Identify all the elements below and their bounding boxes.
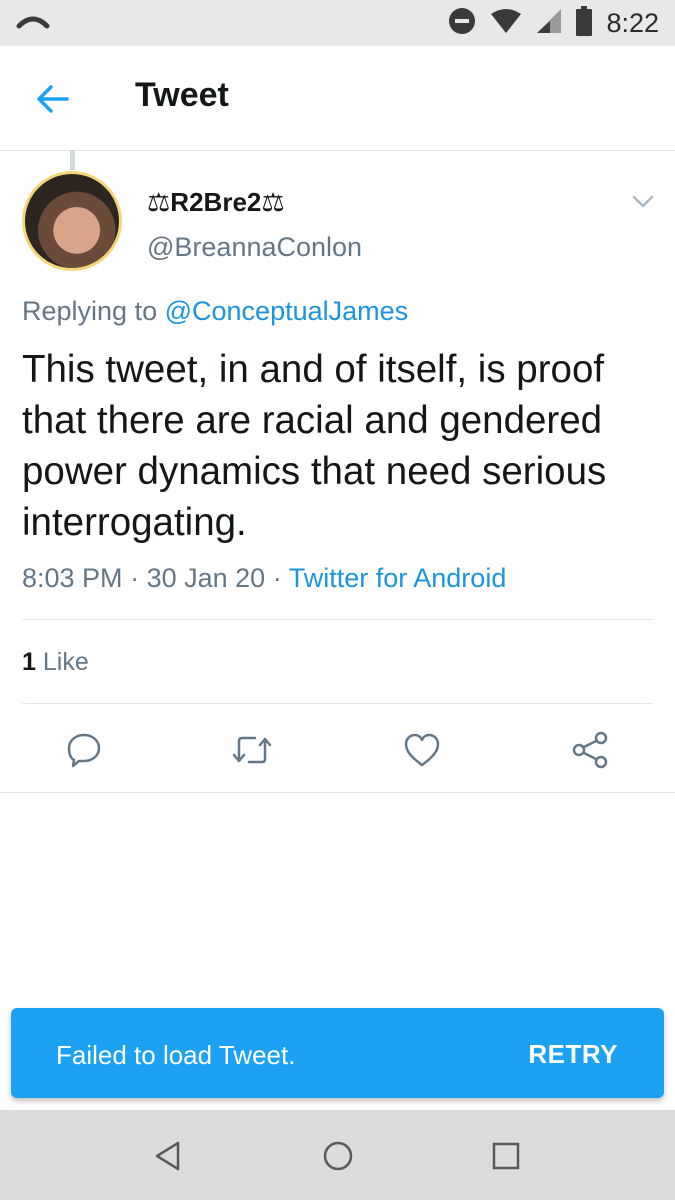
thread-connector bbox=[70, 150, 75, 170]
divider bbox=[0, 792, 675, 793]
avatar[interactable] bbox=[22, 171, 122, 271]
replying-to-label: Replying to bbox=[22, 296, 158, 326]
like-label: Like bbox=[42, 648, 89, 676]
back-button[interactable] bbox=[30, 76, 76, 122]
tweet-source[interactable]: Twitter for Android bbox=[289, 563, 507, 593]
chevron-down-icon bbox=[632, 195, 654, 208]
do-not-disturb-icon bbox=[448, 7, 476, 40]
nav-back-button[interactable] bbox=[146, 1134, 190, 1178]
tweet-time: 8:03 PM bbox=[22, 563, 123, 593]
display-name[interactable]: ⚖R2Bre2⚖ bbox=[147, 187, 285, 218]
share-button[interactable] bbox=[568, 728, 612, 772]
meta-separator: · bbox=[272, 563, 282, 593]
like-icon bbox=[404, 733, 440, 767]
divider bbox=[22, 619, 653, 620]
navigation-bar bbox=[0, 1110, 675, 1200]
reply-button[interactable] bbox=[62, 728, 106, 772]
snackbar-message: Failed to load Tweet. bbox=[56, 1040, 296, 1070]
user-handle[interactable]: @BreannaConlon bbox=[147, 232, 362, 263]
back-triangle-icon bbox=[155, 1141, 180, 1171]
signal-arc-icon bbox=[16, 10, 50, 37]
battery-icon bbox=[576, 6, 593, 41]
error-snackbar: Failed to load Tweet. RETRY bbox=[11, 1008, 664, 1098]
tweet-meta: 8:03 PM · 30 Jan 20 · Twitter for Androi… bbox=[22, 563, 506, 594]
retweet-button[interactable] bbox=[230, 728, 274, 772]
nav-recents-button[interactable] bbox=[484, 1134, 528, 1178]
tweet-menu-button[interactable] bbox=[628, 188, 658, 216]
nav-home-button[interactable] bbox=[316, 1134, 360, 1178]
like-button[interactable] bbox=[400, 728, 444, 772]
wifi-icon bbox=[490, 8, 522, 39]
tweet-text: This tweet, in and of itself, is proof t… bbox=[22, 348, 607, 544]
replying-to-handle[interactable]: @ConceptualJames bbox=[165, 296, 409, 326]
tweet-actions bbox=[0, 722, 675, 778]
tweet-date: 30 Jan 20 bbox=[146, 563, 266, 593]
retweet-icon bbox=[232, 736, 272, 764]
page-title: Tweet bbox=[135, 76, 229, 114]
like-count: 1 bbox=[22, 648, 36, 676]
replying-to: Replying to @ConceptualJames bbox=[22, 296, 408, 327]
meta-separator: · bbox=[130, 563, 140, 593]
share-icon bbox=[572, 731, 608, 769]
retry-button[interactable]: RETRY bbox=[528, 1039, 618, 1070]
reply-icon bbox=[67, 733, 101, 768]
likes-count-link[interactable]: 1 Like bbox=[22, 648, 89, 677]
home-circle-icon bbox=[323, 1141, 353, 1171]
status-bar: 8:22 bbox=[0, 0, 675, 46]
divider bbox=[22, 703, 653, 704]
recents-square-icon bbox=[492, 1142, 520, 1170]
app-bar: Tweet bbox=[0, 46, 675, 151]
arrow-left-icon bbox=[37, 85, 69, 113]
status-time: 8:22 bbox=[606, 8, 659, 38]
cell-signal-icon bbox=[536, 8, 562, 39]
